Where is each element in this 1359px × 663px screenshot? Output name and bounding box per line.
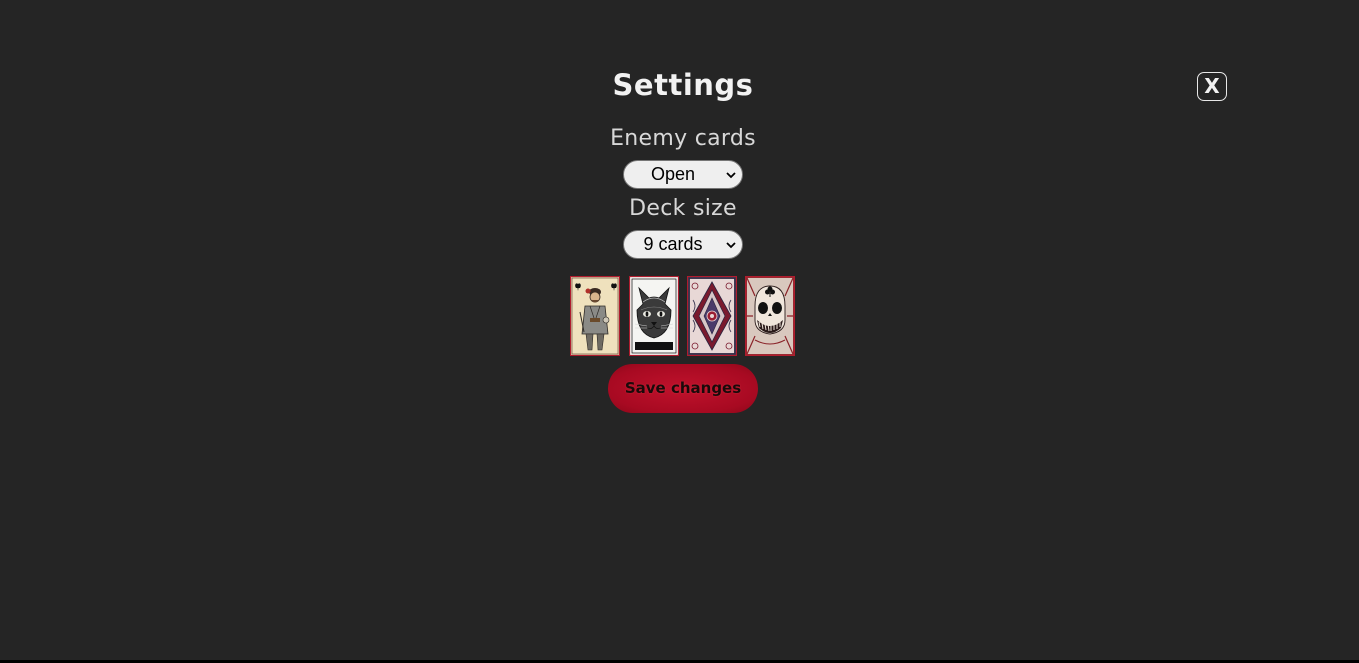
skull-card-icon (745, 276, 795, 356)
card-back-knight-of-spades[interactable] (570, 276, 620, 356)
close-button[interactable]: X (1197, 72, 1227, 101)
ornament-card-icon (687, 276, 737, 356)
enemy-cards-select[interactable]: Open (623, 160, 743, 189)
enemy-cards-label: Enemy cards (610, 126, 756, 151)
deck-size-selected-value: 9 cards (643, 234, 703, 254)
chevron-down-icon (726, 172, 736, 179)
cat-card-icon (629, 276, 679, 356)
card-back-ornamental-pattern[interactable] (687, 276, 737, 356)
card-back-cat[interactable] (629, 276, 679, 356)
save-changes-button[interactable]: Save changes (608, 364, 758, 413)
card-back-skull-of-clubs[interactable] (745, 276, 795, 356)
card-back-options (570, 276, 800, 356)
knight-card-icon (570, 276, 620, 356)
chevron-down-icon (726, 242, 736, 249)
deck-size-label: Deck size (629, 196, 737, 221)
deck-size-select[interactable]: 9 cards (623, 230, 743, 259)
enemy-cards-selected-value: Open (650, 164, 696, 184)
settings-title: Settings (612, 68, 754, 102)
settings-page: Settings X Enemy cards Open Deck size 9 … (0, 0, 1359, 660)
